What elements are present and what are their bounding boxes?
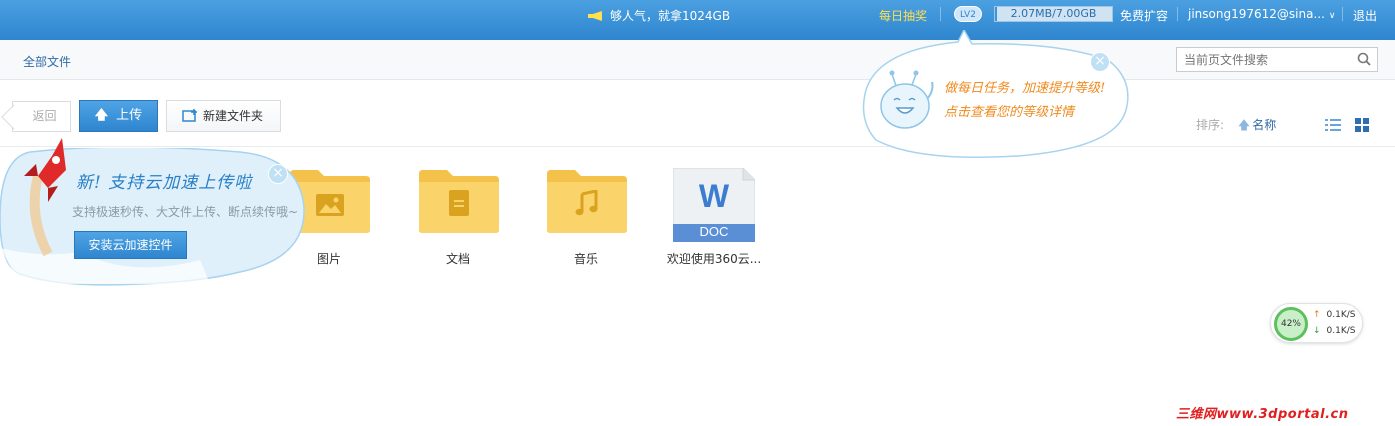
mascot-icon	[880, 70, 934, 129]
close-icon[interactable]: ×	[268, 164, 288, 184]
arrow-down-icon: ↓	[1313, 326, 1321, 336]
logout-link[interactable]: 退出	[1353, 7, 1377, 24]
sort-arrow-up-icon: 🡅	[1237, 118, 1251, 132]
breadcrumb-all-files[interactable]: 全部文件	[23, 53, 71, 70]
rocket-icon	[24, 138, 66, 256]
doc-badge: DOC	[699, 224, 729, 239]
promo-text: 够人气，就拿1024GB	[610, 9, 731, 23]
music-icon	[575, 190, 598, 216]
install-accelerator-button[interactable]: 安装云加速控件	[74, 231, 187, 259]
sort-label: 排序:	[1196, 118, 1225, 132]
search-input[interactable]	[1177, 48, 1347, 71]
separator	[1177, 7, 1178, 21]
back-label: 返回	[32, 109, 57, 123]
upload-button[interactable]: 🡅 上传	[79, 100, 158, 132]
arrow-up-icon: ↑	[1313, 310, 1321, 320]
level-tooltip-line1: 做每日任务，加速提升等级!	[944, 81, 1106, 96]
file-name: 欢迎使用360云...	[666, 252, 762, 266]
doc-letter: W	[698, 178, 730, 214]
sort-control: 排序: 🡅 名称	[1196, 116, 1276, 137]
level-tooltip-text[interactable]: 做每日任务，加速提升等级! 点击查看您的等级详情	[944, 77, 1105, 125]
new-folder-button[interactable]: 新建文件夹	[166, 100, 281, 132]
search-icon[interactable]	[1357, 52, 1371, 66]
list-view-icon[interactable]	[1325, 118, 1341, 132]
upload-speed: ↑ 0.1K/S	[1313, 310, 1356, 320]
download-speed-value: 0.1K/S	[1326, 326, 1356, 336]
storage-usage-bar[interactable]: 2.07MB/7.00GB	[994, 6, 1113, 22]
username: jinsong197612@sina...	[1188, 7, 1325, 21]
watermark: 三维网www.3dportal.cn	[1176, 407, 1349, 422]
upload-speed-value: 0.1K/S	[1326, 310, 1356, 320]
sort-by-name[interactable]: 🡅 名称	[1238, 118, 1276, 132]
new-folder-label: 新建文件夹	[203, 109, 264, 123]
separator	[940, 7, 941, 21]
accelerate-tooltip-title: 新! 支持云加速上传啦	[76, 173, 253, 193]
document-icon	[449, 190, 469, 216]
grid-view-icon[interactable]	[1355, 118, 1370, 132]
progress-ring: 42%	[1274, 307, 1308, 341]
daily-lottery-link[interactable]: 每日抽奖	[879, 7, 927, 24]
separator	[1342, 7, 1343, 21]
level-badge[interactable]: LV2	[954, 6, 982, 22]
upload-label: 上传	[116, 108, 143, 123]
file-name: 音乐	[573, 252, 598, 266]
user-menu[interactable]: jinsong197612@sina... ∨	[1188, 7, 1335, 21]
close-icon[interactable]: ×	[1090, 52, 1110, 72]
transfer-speed-widget[interactable]: 42% ↑ 0.1K/S ↓ 0.1K/S	[1270, 303, 1363, 343]
free-expand-link[interactable]: 免费扩容	[1120, 7, 1168, 24]
promo-link[interactable]: 够人气，就拿1024GB	[588, 7, 730, 24]
image-icon	[316, 194, 344, 216]
search-box	[1176, 47, 1378, 72]
accelerate-tooltip-desc: 支持极速秒传、大文件上传、断点续传哦~	[72, 205, 299, 219]
back-button[interactable]: 返回	[12, 101, 71, 132]
path-bar: 全部文件	[0, 40, 1395, 80]
chevron-down-icon: ∨	[1328, 11, 1336, 21]
upload-arrow-icon: 🡅	[94, 108, 109, 123]
sort-field: 名称	[1252, 118, 1277, 132]
file-name: 文档	[445, 252, 470, 266]
download-speed: ↓ 0.1K/S	[1313, 326, 1356, 336]
new-folder-icon	[182, 109, 197, 122]
divider	[0, 146, 1395, 147]
level-tooltip-line2: 点击查看您的等级详情	[944, 105, 1075, 120]
top-bar: 够人气，就拿1024GB 每日抽奖 LV2 2.07MB/7.00GB 免费扩容…	[0, 0, 1395, 40]
storage-text: 2.07MB/7.00GB	[1010, 7, 1097, 20]
megaphone-icon	[588, 10, 602, 21]
